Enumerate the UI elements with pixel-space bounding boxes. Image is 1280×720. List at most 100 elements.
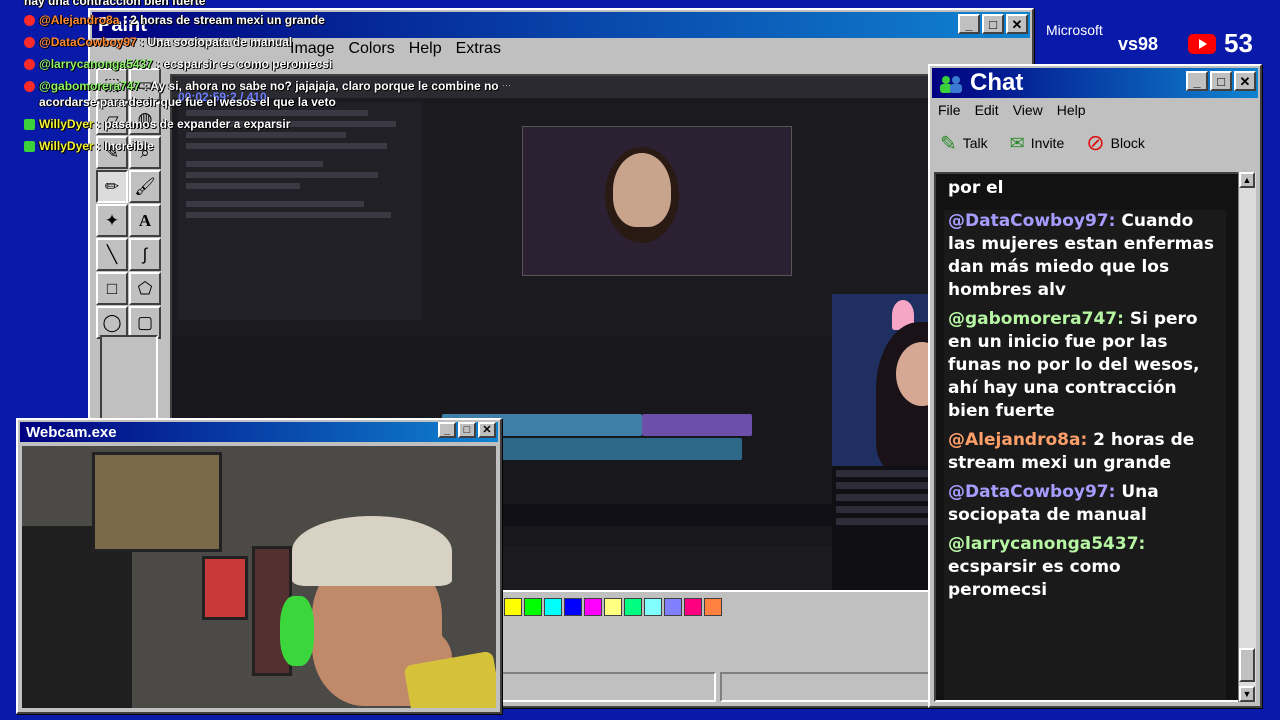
timeline-clip[interactable] bbox=[642, 414, 752, 436]
overlay-message: Increible bbox=[104, 139, 154, 153]
close-button[interactable]: ✕ bbox=[1006, 14, 1028, 34]
chat-message: @DataCowboy97: Cuando las mujeres estan … bbox=[944, 210, 1226, 302]
maximize-button[interactable]: □ bbox=[458, 422, 476, 438]
color-swatch[interactable] bbox=[684, 598, 702, 616]
block-label: Block bbox=[1110, 135, 1145, 151]
overlay-message: Una sociopata de manual bbox=[147, 35, 293, 49]
scroll-down-icon[interactable]: ▼ bbox=[1239, 686, 1255, 702]
menu-file[interactable]: File bbox=[938, 102, 961, 118]
color-swatch[interactable] bbox=[504, 598, 522, 616]
color-swatch[interactable] bbox=[664, 598, 682, 616]
overlay-user: @Alejandro8a bbox=[39, 13, 120, 27]
brush-icon[interactable]: 🖌 bbox=[129, 170, 161, 203]
stream-preview bbox=[522, 126, 792, 276]
youtube-icon bbox=[1188, 33, 1216, 54]
chat-window: Chat _ □ ✕ File Edit View Help ✎ Talk ✉ … bbox=[928, 64, 1262, 708]
chat-message: @DataCowboy97: Una sociopata de manual bbox=[944, 481, 1226, 527]
overlay-user: @larrycanonga5437 bbox=[39, 57, 153, 71]
color-swatch[interactable] bbox=[584, 598, 602, 616]
color-swatch[interactable] bbox=[564, 598, 582, 616]
youtube-viewers: 53 bbox=[1188, 28, 1253, 59]
color-swatch[interactable] bbox=[544, 598, 562, 616]
chat-scrollbar[interactable]: ▲ ▼ bbox=[1238, 172, 1256, 702]
viewer-count: 53 bbox=[1224, 28, 1253, 58]
talk-icon: ✎ bbox=[940, 132, 957, 155]
person-cap bbox=[292, 516, 452, 586]
paint-window-controls: _ □ ✕ bbox=[958, 14, 1028, 34]
overlay-line: WillyDyer : Increible bbox=[24, 138, 524, 154]
chat-user: @DataCowboy97: bbox=[948, 211, 1116, 231]
overlay-line: @larrycanonga5437 : ecsparsir es como pe… bbox=[24, 56, 524, 72]
text-icon[interactable]: A bbox=[129, 204, 161, 237]
status-cell bbox=[500, 672, 716, 702]
talk-button[interactable]: ✎ Talk bbox=[940, 131, 988, 156]
tool-options[interactable] bbox=[100, 335, 158, 430]
headphone bbox=[280, 596, 314, 666]
talk-label: Talk bbox=[962, 135, 988, 151]
chat-user: @gabomorera747: bbox=[948, 309, 1124, 329]
close-button[interactable]: ✕ bbox=[1234, 71, 1256, 91]
chat-text: ecsparsir es como peromecsi bbox=[948, 557, 1121, 600]
airbrush-icon[interactable]: ✦ bbox=[96, 204, 128, 237]
minimize-button[interactable]: _ bbox=[438, 422, 456, 438]
chat-message: @Alejandro8a: 2 horas de stream mexi un … bbox=[944, 429, 1226, 475]
status-cell bbox=[719, 672, 936, 702]
overlay-message: 2 horas de stream mexi un grande bbox=[130, 13, 325, 27]
overlay-line: WillyDyer : pasamos de expander a expars… bbox=[24, 116, 524, 132]
invite-icon: ✉ bbox=[1009, 132, 1025, 153]
chat-window-controls: _ □ ✕ bbox=[1186, 71, 1256, 91]
overlay-line: @Alejandro8a : 2 horas de stream mexi un… bbox=[24, 12, 524, 28]
overlay-user: @DataCowboy97 bbox=[39, 35, 137, 49]
chat-user: @Alejandro8a: bbox=[948, 430, 1088, 450]
menu-edit[interactable]: Edit bbox=[975, 102, 999, 118]
curve-icon[interactable]: ∫ bbox=[129, 238, 161, 271]
menu-help[interactable]: Help bbox=[1057, 102, 1086, 118]
webcam-window-controls: _ □ ✕ bbox=[438, 422, 496, 438]
chat-log[interactable]: por el @DataCowboy97: Cuando las mujeres… bbox=[934, 172, 1240, 702]
webcam-titlebar[interactable]: Webcam.exe bbox=[20, 422, 498, 442]
overlay-chat: hay una contraccion bien fuerte @Alejand… bbox=[24, 0, 524, 160]
color-swatch[interactable] bbox=[624, 598, 642, 616]
minimize-button[interactable]: _ bbox=[1186, 71, 1208, 91]
users-icon bbox=[938, 73, 964, 93]
block-button[interactable]: ⊘ Block bbox=[1086, 130, 1145, 156]
chat-title: Chat bbox=[970, 69, 1024, 96]
scroll-thumb[interactable] bbox=[1239, 648, 1255, 682]
overlay-line: @gabomorera747 : Ay si, ahora no sabe no… bbox=[24, 78, 524, 110]
color-swatch[interactable] bbox=[604, 598, 622, 616]
maximize-button[interactable]: □ bbox=[1210, 71, 1232, 91]
youtube-icon bbox=[24, 15, 35, 26]
overlay-user: @gabomorera747 bbox=[39, 79, 141, 93]
chat-user: @larrycanonga5437: bbox=[948, 534, 1146, 554]
polygon-icon[interactable]: ⬠ bbox=[129, 272, 161, 305]
overlay-user: WillyDyer bbox=[39, 117, 94, 131]
poster bbox=[202, 556, 248, 620]
chat-message: @larrycanonga5437: ecsparsir es como per… bbox=[944, 533, 1226, 602]
maximize-button[interactable]: □ bbox=[982, 14, 1004, 34]
color-swatch[interactable] bbox=[644, 598, 662, 616]
chat-partial: por el bbox=[948, 178, 1004, 198]
minimize-button[interactable]: _ bbox=[958, 14, 980, 34]
kick-icon bbox=[24, 119, 35, 130]
menu-view[interactable]: View bbox=[1013, 102, 1043, 118]
youtube-icon bbox=[24, 81, 35, 92]
poster bbox=[92, 452, 222, 552]
color-palette bbox=[504, 598, 722, 616]
pencil-icon[interactable]: ✏ bbox=[96, 170, 128, 203]
block-icon: ⊘ bbox=[1086, 130, 1105, 155]
color-swatch[interactable] bbox=[704, 598, 722, 616]
chat-toolbar: ✎ Talk ✉ Invite ⊘ Block bbox=[940, 130, 1145, 156]
preview-face bbox=[613, 153, 671, 227]
vs98-logo: vs98 bbox=[1118, 34, 1159, 54]
youtube-icon bbox=[24, 59, 35, 70]
invite-button[interactable]: ✉ Invite bbox=[1010, 133, 1065, 154]
line-icon[interactable]: ╲ bbox=[96, 238, 128, 271]
overlay-message: pasamos de expander a exparsir bbox=[104, 117, 291, 131]
close-button[interactable]: ✕ bbox=[478, 422, 496, 438]
webcam-feed bbox=[22, 446, 496, 708]
chat-message: @gabomorera747: Si pero en un inicio fue… bbox=[944, 308, 1226, 423]
rectangle-icon[interactable]: □ bbox=[96, 272, 128, 305]
scroll-up-icon[interactable]: ▲ bbox=[1239, 172, 1255, 188]
color-swatch[interactable] bbox=[524, 598, 542, 616]
shelf bbox=[22, 526, 132, 708]
